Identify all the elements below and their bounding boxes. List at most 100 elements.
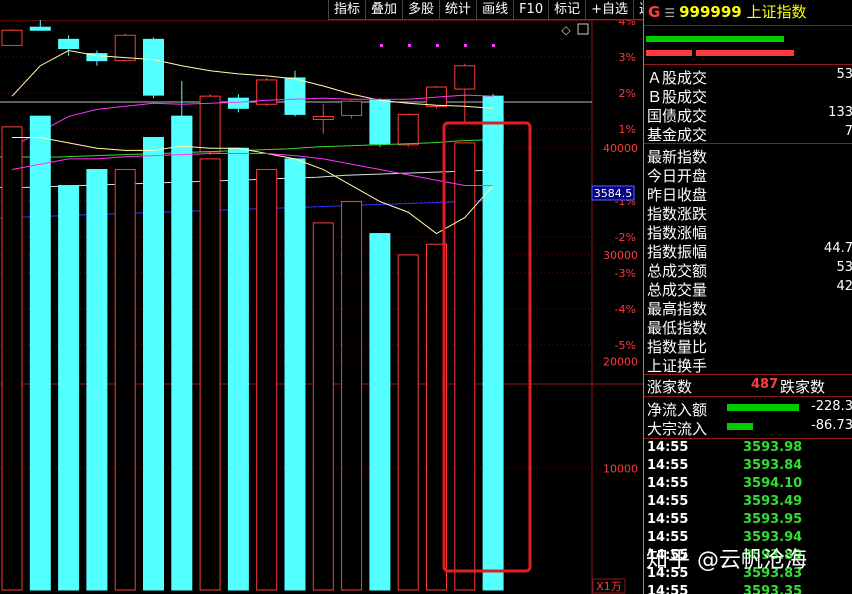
index-code: 999999 bbox=[679, 3, 742, 21]
candle-body bbox=[369, 99, 391, 145]
fall-label: 跌家数 bbox=[780, 378, 826, 396]
tick-price: 3594.10 bbox=[743, 476, 803, 491]
price-ma-line bbox=[11, 49, 494, 109]
toolbar-button-5[interactable]: F10 bbox=[513, 0, 549, 20]
candle-body bbox=[341, 100, 363, 116]
toolbar-button-1[interactable]: 叠加 bbox=[365, 0, 403, 20]
price-ma-line bbox=[11, 94, 494, 148]
pct-tick-label: 4% bbox=[619, 20, 636, 28]
tick-time: 14:55 bbox=[647, 494, 689, 509]
volume-bar bbox=[86, 169, 108, 591]
watermark: 知乎 @云帆沧海 bbox=[646, 548, 807, 573]
pct-tick-label: 1% bbox=[619, 123, 636, 136]
panel-row-label: Ａ股成交 bbox=[647, 69, 708, 87]
volume-bar bbox=[227, 147, 249, 591]
tick-row: 14:55 3593.49 bbox=[647, 494, 852, 512]
tick-row: 14:55 3593.35 bbox=[647, 584, 852, 594]
index-name: 上证指数 bbox=[746, 3, 807, 21]
inflow-value: -228.3 bbox=[811, 399, 852, 414]
panel-row-label: 指数振幅 bbox=[647, 243, 708, 261]
tick-time: 14:55 bbox=[647, 458, 689, 473]
rise-fall-row: 涨家数 487 跌家数 bbox=[647, 376, 852, 396]
panel-row-label: 最新指数 bbox=[647, 148, 708, 166]
diamond-icon: ◇ bbox=[561, 23, 571, 37]
panel-row: 上证换手 bbox=[647, 355, 852, 375]
panel-row-label: 指数涨跌 bbox=[647, 205, 708, 223]
panel-row-label: 总成交额 bbox=[647, 262, 708, 280]
inflow-row: 净流入额 -228.3 bbox=[647, 399, 852, 419]
tick-row: 14:55 3593.98 bbox=[647, 440, 852, 458]
kline-chart[interactable]: 4%3%2%1%-1%-2%-3%-4%-5%40000300002000010… bbox=[0, 20, 643, 594]
panel-row: 国债成交 133 bbox=[647, 105, 852, 125]
g-badge: G bbox=[648, 3, 661, 21]
volume-bar bbox=[58, 185, 80, 591]
panel-row-label: 国债成交 bbox=[647, 107, 708, 125]
panel-row-value: 44.7 bbox=[824, 241, 852, 256]
panel-row-value: 133 bbox=[828, 105, 852, 120]
panel-row: Ｂ股成交 bbox=[647, 86, 852, 106]
panel-row-label: 今日开盘 bbox=[647, 167, 708, 185]
tick-price: 3593.95 bbox=[743, 512, 803, 527]
volume-bar bbox=[114, 169, 136, 591]
volume-bar bbox=[256, 169, 278, 591]
tick-price: 3593.98 bbox=[743, 440, 803, 455]
candle-body bbox=[397, 113, 419, 146]
block-row: 大宗流入 -86.73 bbox=[647, 418, 852, 438]
candle-body bbox=[1, 29, 23, 46]
rise-value: 487 bbox=[751, 377, 779, 392]
panel-row: 基金成交 7 bbox=[647, 124, 852, 144]
block-bar bbox=[727, 423, 753, 430]
volume-bar bbox=[341, 201, 363, 591]
candle-body bbox=[58, 38, 80, 49]
tick-price: 3593.49 bbox=[743, 494, 803, 509]
expand-icon bbox=[577, 23, 589, 35]
inflow-label: 净流入额 bbox=[647, 401, 708, 419]
toolbar-button-4[interactable]: 画线 bbox=[476, 0, 514, 20]
tick-time: 14:55 bbox=[647, 440, 689, 455]
vol-tick-label: 30000 bbox=[603, 249, 638, 262]
volume-bar bbox=[143, 137, 164, 591]
signal-dot bbox=[380, 44, 383, 47]
candle-body bbox=[227, 97, 249, 109]
panel-row-value: 42 bbox=[836, 279, 852, 294]
panel-row: 指数振幅 44.7 bbox=[647, 241, 852, 261]
signal-dot bbox=[436, 44, 439, 47]
tick-price: 3593.84 bbox=[743, 458, 803, 473]
kline-chart-area[interactable]: 4% 3% 2% 1% -1% -2% -3% -4% -5% 40000 30000 20000 10… bbox=[0, 20, 643, 594]
pct-tick-label: -2% bbox=[615, 231, 636, 244]
tick-row: 14:55 3593.95 bbox=[647, 512, 852, 530]
toolbar: 指标叠加多股统计画线F10标记+自选返回 bbox=[328, 0, 671, 20]
toolbar-button-3[interactable]: 统计 bbox=[439, 0, 477, 20]
panel-row-label: 指数涨幅 bbox=[647, 224, 708, 242]
toolbar-button-2[interactable]: 多股 bbox=[402, 0, 440, 20]
panel-row-label: 基金成交 bbox=[647, 126, 708, 144]
volume-bar bbox=[482, 115, 504, 591]
panel-row: 总成交量 42 bbox=[647, 279, 852, 299]
candle-body bbox=[29, 26, 51, 31]
range-label: 3678.06 - 3675.02 bbox=[52, 20, 154, 21]
panel-row: 最新指数 bbox=[647, 146, 852, 166]
tick-row: 14:55 3593.84 bbox=[647, 458, 852, 476]
panel-title: G ☰ 999999 上证指数 bbox=[644, 0, 852, 24]
candle-body bbox=[312, 115, 334, 120]
panel-row: 最高指数 bbox=[647, 298, 852, 318]
volume-bar bbox=[171, 115, 193, 591]
toolbar-button-7[interactable]: +自选 bbox=[585, 0, 634, 20]
panel-row: 今日开盘 bbox=[647, 165, 852, 185]
tick-time: 14:55 bbox=[647, 584, 689, 594]
panel-row-label: 昨日收盘 bbox=[647, 186, 708, 204]
signal-dot bbox=[408, 44, 411, 47]
candle-body bbox=[454, 65, 476, 90]
panel-row-label: 指数量比 bbox=[647, 338, 708, 356]
volume-bar bbox=[284, 158, 306, 591]
menu-icon[interactable]: ☰ bbox=[664, 6, 675, 20]
toolbar-button-0[interactable]: 指标 bbox=[328, 0, 366, 20]
tick-row: 14:55 3594.10 bbox=[647, 476, 852, 494]
toolbar-button-6[interactable]: 标记 bbox=[548, 0, 586, 20]
pct-tick-label: 3% bbox=[619, 51, 636, 64]
panel-row-label: Ｂ股成交 bbox=[647, 88, 708, 106]
panel-row: 指数量比 bbox=[647, 336, 852, 356]
rise-label: 涨家数 bbox=[647, 378, 693, 396]
panel-row-label: 总成交量 bbox=[647, 281, 708, 299]
panel-row: 昨日收盘 bbox=[647, 184, 852, 204]
